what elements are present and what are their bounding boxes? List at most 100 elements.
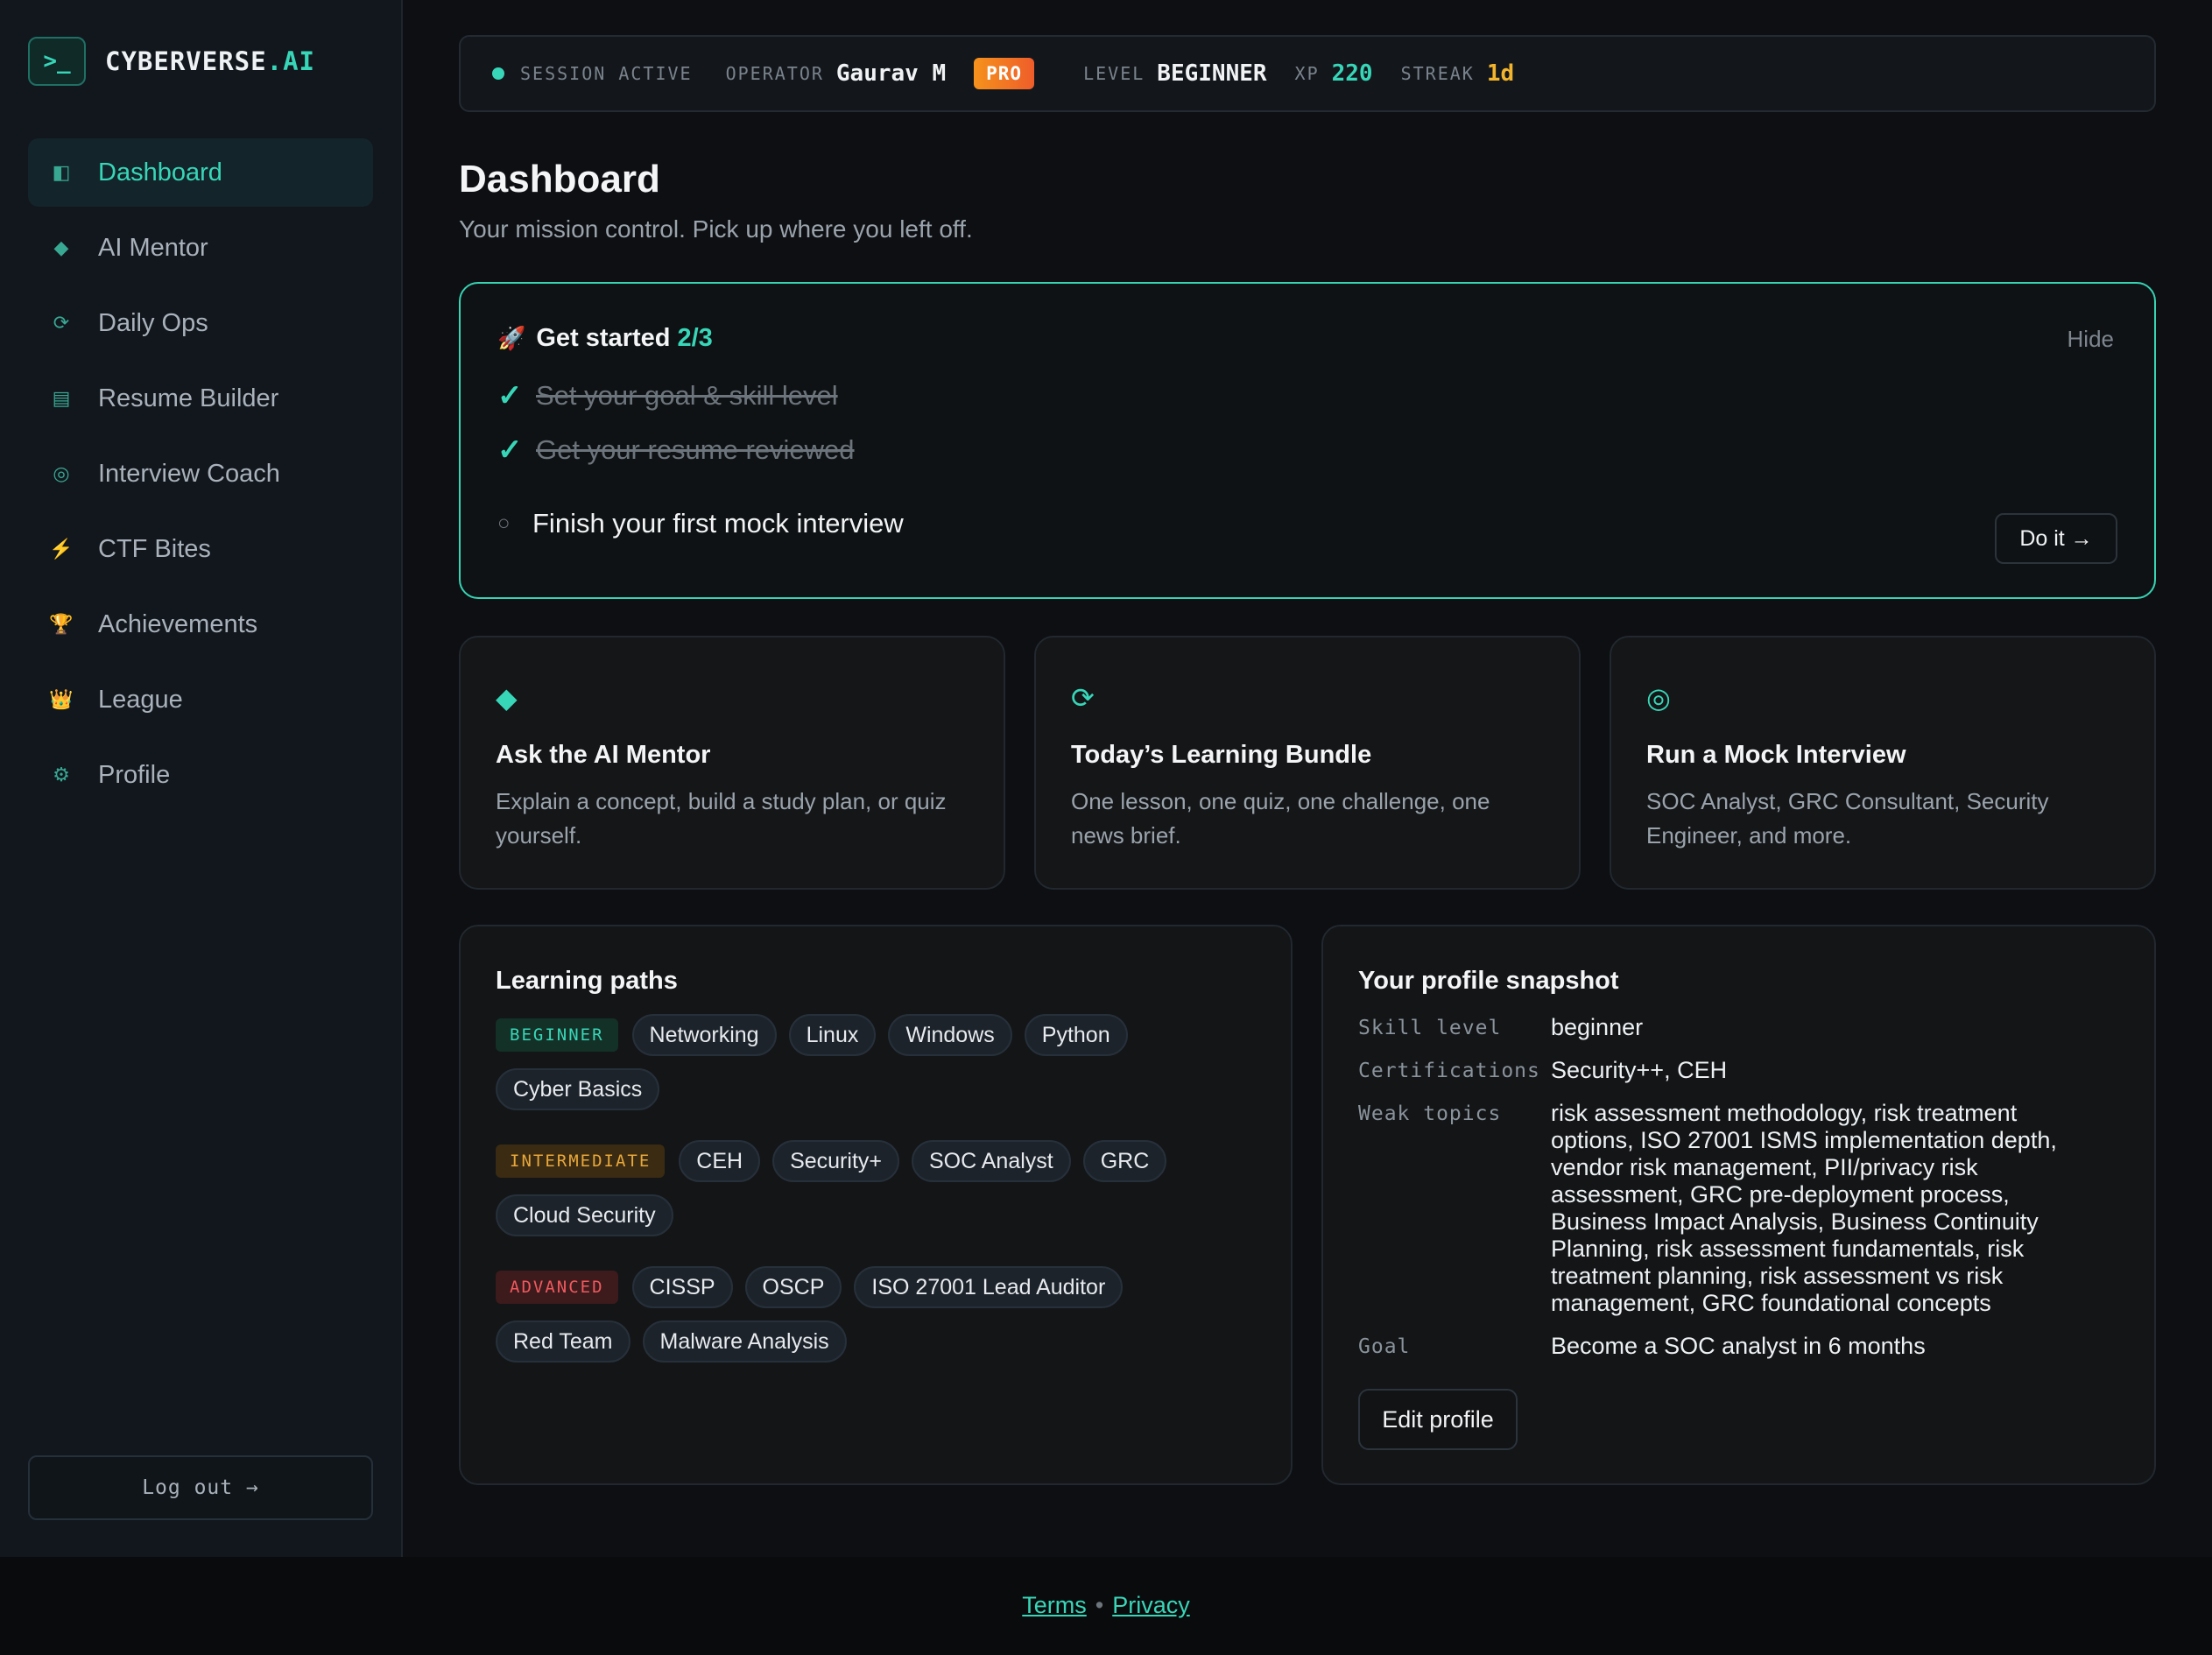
path-chip[interactable]: CEH	[679, 1140, 761, 1182]
streak-value: 1d	[1486, 60, 1515, 87]
card-title: Ask the AI Mentor	[496, 741, 711, 769]
ai-mentor-card[interactable]: ◆ Ask the AI Mentor Explain a concept, b…	[459, 636, 1005, 890]
level-tag: INTERMEDIATE	[496, 1144, 666, 1178]
sidebar-item-interview-coach[interactable]: ◎ Interview Coach	[28, 440, 373, 508]
learning-paths-panel: Learning paths BEGINNER Networking Linux…	[459, 925, 1293, 1485]
operator-name: Gaurav M	[835, 60, 947, 87]
path-group-intermediate: INTERMEDIATE CEH Security+ SOC Analyst G…	[496, 1140, 1266, 1249]
path-chip[interactable]: GRC	[1082, 1140, 1167, 1182]
operator-label: OPERATOR	[725, 63, 824, 84]
card-description: Explain a concept, build a study plan, o…	[496, 788, 947, 849]
xp-label: XP	[1294, 63, 1320, 84]
checkmark-icon: ✓	[497, 433, 523, 467]
sidebar-item-label: League	[98, 685, 183, 714]
sidebar-item-daily-ops[interactable]: ⟳ Daily Ops	[28, 289, 373, 357]
edit-profile-button[interactable]: Edit profile	[1358, 1389, 1518, 1450]
get-started-title: Get started	[536, 324, 671, 352]
profile-row: Certifications Security++, CEH	[1358, 1057, 2111, 1084]
path-chip[interactable]: SOC Analyst	[912, 1140, 1071, 1182]
get-started-progress: 2/3	[677, 324, 713, 352]
learning-paths-list: BEGINNER Networking Linux Windows Python…	[496, 1014, 1266, 1392]
path-group-advanced: ADVANCED CISSP OSCP ISO 27001 Lead Audit…	[496, 1266, 1266, 1375]
sidebar-item-ctf-bites[interactable]: ⚡ CTF Bites	[28, 515, 373, 583]
pro-badge: PRO	[974, 58, 1035, 89]
diamond-icon: ◆	[496, 682, 518, 714]
brand-suffix: .AI	[266, 46, 315, 76]
terminal-icon: >_	[28, 37, 86, 86]
do-it-button[interactable]: Do it →	[1995, 513, 2117, 564]
checklist-item: ✓ Set your goal & skill level	[497, 378, 838, 413]
path-chip[interactable]: Cloud Security	[496, 1194, 673, 1236]
path-chip[interactable]: Linux	[788, 1014, 877, 1056]
xp-value: 220	[1331, 60, 1373, 87]
sidebar-item-league[interactable]: 👑 League	[28, 666, 373, 734]
sidebar-item-label: CTF Bites	[98, 534, 211, 563]
diamond-icon: ◆	[53, 236, 69, 258]
hide-button[interactable]: Hide	[2068, 326, 2114, 353]
profile-snapshot-panel: Your profile snapshot Skill level beginn…	[1321, 925, 2156, 1485]
profile-row: Weak topics risk assessment methodology,…	[1358, 1100, 2111, 1317]
profile-snapshot-title: Your profile snapshot	[1358, 967, 1619, 995]
sidebar-item-dashboard[interactable]: ◧ Dashboard	[28, 138, 373, 207]
sidebar-item-label: AI Mentor	[98, 233, 208, 262]
sidebar: >_ CYBERVERSE.AI ◧ Dashboard ◆ AI Mentor…	[0, 0, 403, 1557]
sidebar-item-label: Profile	[98, 760, 171, 789]
profile-row: Skill level beginner	[1358, 1014, 2111, 1041]
learning-bundle-card[interactable]: ⟳ Today’s Learning Bundle One lesson, on…	[1034, 636, 1581, 890]
sidebar-item-label: Dashboard	[98, 158, 222, 187]
sidebar-item-label: Interview Coach	[98, 459, 280, 488]
profile-value: Security++, CEH	[1551, 1057, 1728, 1083]
status-dot-icon	[492, 67, 504, 80]
path-chip[interactable]: OSCP	[744, 1266, 842, 1308]
path-chip[interactable]: Cyber Basics	[496, 1068, 660, 1110]
refresh-icon: ⟳	[53, 312, 70, 334]
path-chip[interactable]: Red Team	[496, 1320, 630, 1363]
brand[interactable]: >_ CYBERVERSE.AI	[28, 37, 315, 86]
get-started-card: 🚀 Get started 2/3 Hide ✓ Set your goal &…	[459, 282, 2156, 599]
sidebar-item-ai-mentor[interactable]: ◆ AI Mentor	[28, 214, 373, 282]
refresh-icon: ⟳	[1071, 682, 1095, 714]
sidebar-item-profile[interactable]: ⚙ Profile	[28, 741, 373, 809]
profile-key: Goal	[1358, 1335, 1411, 1358]
page-subtitle: Your mission control. Pick up where you …	[459, 215, 973, 243]
checklist-item-label: Finish your first mock interview	[532, 508, 904, 539]
card-description: SOC Analyst, GRC Consultant, Security En…	[1646, 788, 2049, 849]
footer: Terms • Privacy	[0, 1557, 2212, 1655]
path-chip[interactable]: CISSP	[631, 1266, 733, 1308]
checklist-item: ○ Finish your first mock interview	[497, 508, 904, 539]
checklist-item-label: Set your goal & skill level	[536, 380, 838, 411]
path-chip[interactable]: Malware Analysis	[642, 1320, 847, 1363]
logout-button[interactable]: Log out →	[28, 1455, 373, 1520]
profile-details: Skill level beginner Certifications Secu…	[1358, 1014, 2111, 1376]
level-tag: BEGINNER	[496, 1018, 618, 1052]
card-title: Today’s Learning Bundle	[1071, 741, 1372, 769]
path-chip[interactable]: ISO 27001 Lead Auditor	[854, 1266, 1124, 1308]
sidebar-item-label: Daily Ops	[98, 308, 208, 337]
crown-icon: 👑	[49, 688, 74, 710]
card-description: One lesson, one quiz, one challenge, one…	[1071, 788, 1490, 849]
profile-value: risk assessment methodology, risk treatm…	[1551, 1100, 2057, 1316]
mock-interview-card[interactable]: ◎ Run a Mock Interview SOC Analyst, GRC …	[1610, 636, 2156, 890]
path-chip[interactable]: Networking	[631, 1014, 777, 1056]
sidebar-item-resume-builder[interactable]: ▤ Resume Builder	[28, 364, 373, 433]
path-chip[interactable]: Windows	[888, 1014, 1012, 1056]
footer-separator: •	[1095, 1592, 1104, 1618]
path-chip[interactable]: Python	[1024, 1014, 1128, 1056]
rocket-icon: 🚀	[497, 325, 526, 351]
profile-value: beginner	[1551, 1014, 1644, 1040]
panel-icon: ◧	[52, 161, 71, 183]
terms-link[interactable]: Terms	[1022, 1592, 1087, 1619]
level-tag: ADVANCED	[496, 1271, 618, 1304]
target-icon: ◎	[1646, 682, 1671, 714]
brand-name: CYBERVERSE.AI	[105, 46, 315, 76]
privacy-link[interactable]: Privacy	[1112, 1592, 1190, 1619]
session-status: SESSION ACTIVE	[520, 63, 693, 84]
lightning-icon: ⚡	[49, 538, 74, 560]
path-chip[interactable]: Security+	[772, 1140, 899, 1182]
empty-circle-icon: ○	[497, 511, 511, 535]
streak-label: STREAK	[1400, 63, 1475, 84]
sidebar-item-label: Resume Builder	[98, 384, 279, 412]
profile-row: Goal Become a SOC analyst in 6 months	[1358, 1333, 2111, 1360]
level-label: LEVEL	[1083, 63, 1145, 84]
sidebar-item-achievements[interactable]: 🏆 Achievements	[28, 590, 373, 658]
